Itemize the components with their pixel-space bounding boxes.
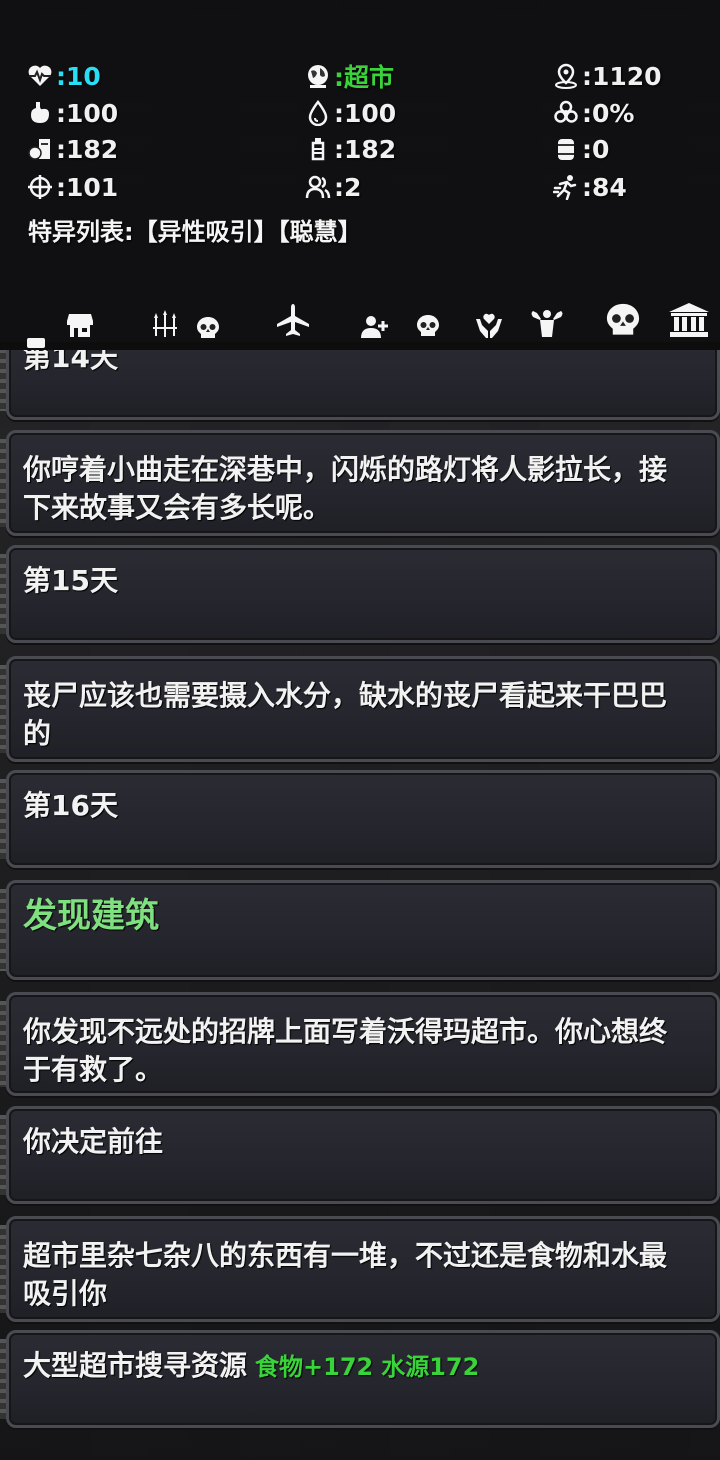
log-text: 丧尸应该也需要摄入水分，缺水的丧尸看起来干巴巴的 xyxy=(23,679,668,750)
skull-large-icon[interactable] xyxy=(602,300,644,340)
log-text: 大型超市搜寻资源 食物+172 水源172 xyxy=(23,1349,480,1382)
water-bottle-icon xyxy=(304,135,332,163)
indicator-tab[interactable] xyxy=(26,336,46,350)
log-entry: 第15天 xyxy=(0,545,720,643)
water-drop-icon xyxy=(304,99,332,127)
log-text: 你哼着小曲走在深巷中，闪烁的路灯将人影拉长，接下来故事又会有多长呢。 xyxy=(23,453,668,524)
add-person-icon[interactable] xyxy=(358,314,392,340)
thirst-stat: :100 xyxy=(304,95,396,131)
hunger-stat: :100 xyxy=(26,95,118,131)
log-text: 你决定前往 xyxy=(23,1125,164,1158)
shop-icon[interactable] xyxy=(64,310,96,340)
biohazard-icon xyxy=(552,99,580,127)
water-gain: 水源172 xyxy=(381,1353,480,1381)
stats-panel: :10 :超市 :1120 :100 :100 :0% :182:182:0… xyxy=(0,0,720,345)
companions-stat: :2 xyxy=(304,169,361,205)
water-stat: :182 xyxy=(304,131,396,167)
bank-icon[interactable] xyxy=(666,300,712,340)
log-entry-highlight: 发现建筑 xyxy=(0,880,720,980)
log-text: 你发现不远处的招牌上面写着沃得玛超市。你心想终于有救了。 xyxy=(23,1015,668,1086)
log-entry: 超市里杂七杂八的东西有一堆，不过还是食物和水最吸引你 xyxy=(0,1216,720,1322)
stomach-icon xyxy=(26,99,54,127)
log-text: 第16天 xyxy=(23,789,118,822)
log-text: 第15天 xyxy=(23,564,118,597)
globe-icon xyxy=(304,62,332,90)
log-entry: 丧尸应该也需要摄入水分，缺水的丧尸看起来干巴巴的 xyxy=(0,656,720,762)
airplane-icon[interactable] xyxy=(274,302,312,338)
food-icon xyxy=(26,135,54,163)
running-person-icon xyxy=(552,173,580,201)
toolbar xyxy=(0,296,720,350)
food-gain: 食物+172 xyxy=(255,1353,374,1381)
log-text: 超市里杂七杂八的东西有一堆，不过还是食物和水最吸引你 xyxy=(23,1239,668,1310)
weapons-icon[interactable] xyxy=(148,308,182,340)
log-entry: 大型超市搜寻资源 食物+172 水源172 xyxy=(0,1330,720,1428)
attack-stat: :101 xyxy=(26,169,118,205)
log-entry: 第16天 xyxy=(0,770,720,868)
log-text: 发现建筑 xyxy=(23,896,159,936)
log-entry: 你哼着小曲走在深巷中，闪烁的路灯将人影拉长，接下来故事又会有多长呢。 xyxy=(0,430,720,536)
people-icon xyxy=(304,173,332,201)
log-entry: 你决定前往 xyxy=(0,1106,720,1204)
crosshair-icon xyxy=(26,173,54,201)
log-entry: 你发现不远处的招牌上面写着沃得玛超市。你心想终于有救了。 xyxy=(0,992,720,1096)
infection-stat: :0% xyxy=(552,95,634,131)
distance-stat: :1120 xyxy=(552,58,662,94)
log-entry: 第14天 xyxy=(0,350,720,420)
barrel-icon xyxy=(552,135,580,163)
event-log[interactable]: 第14天 你哼着小曲走在深巷中，闪烁的路灯将人影拉长，接下来故事又会有多长呢。 … xyxy=(0,350,720,1460)
skull-small-icon[interactable] xyxy=(192,314,224,342)
health-stat: :10 xyxy=(26,58,101,94)
food-stat: :182 xyxy=(26,131,118,167)
log-text: 第14天 xyxy=(23,350,118,374)
location-stat: :超市 xyxy=(304,58,394,94)
fuel-stat: :0 xyxy=(552,131,609,167)
skull-icon[interactable] xyxy=(412,312,444,340)
indicator-mark xyxy=(27,338,45,348)
muscle-icon[interactable] xyxy=(528,308,566,340)
hands-heart-icon[interactable] xyxy=(472,310,506,340)
heartbeat-icon xyxy=(26,62,54,90)
map-pin-icon xyxy=(552,62,580,90)
speed-stat: :84 xyxy=(552,169,627,205)
traits-list: 特异列表:【异性吸引】【聪慧】 xyxy=(28,218,362,246)
